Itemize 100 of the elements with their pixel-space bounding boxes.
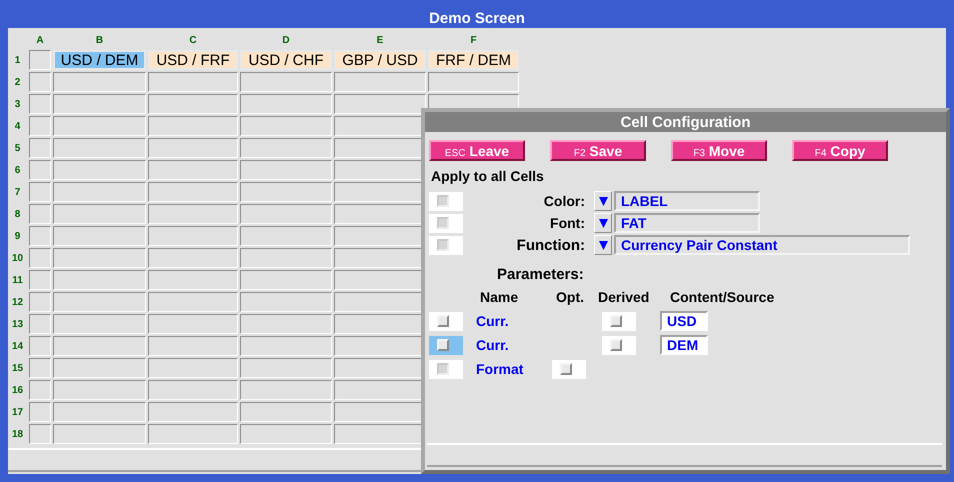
sheet-cell[interactable]: [148, 160, 238, 180]
parameter-name: Curr.: [476, 337, 510, 353]
sheet-cell[interactable]: [29, 116, 51, 136]
sheet-cell[interactable]: [29, 402, 51, 422]
sheet-cell[interactable]: GBP / USD: [334, 50, 426, 70]
sheet-cell[interactable]: [148, 402, 238, 422]
sheet-cell[interactable]: [53, 182, 146, 202]
sheet-cell[interactable]: USD / FRF: [148, 50, 238, 70]
sheet-cell[interactable]: [53, 116, 146, 136]
sheet-cell[interactable]: [53, 160, 146, 180]
sheet-cell[interactable]: [240, 424, 332, 444]
sheet-cell[interactable]: [148, 204, 238, 224]
sheet-cell[interactable]: [29, 424, 51, 444]
sheet-cell[interactable]: [29, 138, 51, 158]
checkbox[interactable]: [602, 312, 636, 330]
sheet-cell[interactable]: [148, 116, 238, 136]
sheet-cell[interactable]: [29, 226, 51, 246]
sheet-cell[interactable]: [240, 226, 332, 246]
sheet-cell[interactable]: [240, 402, 332, 422]
row-header: 9: [14, 230, 22, 242]
column-header: A: [35, 34, 45, 46]
sheet-cell[interactable]: [53, 380, 146, 400]
sheet-cell[interactable]: [29, 270, 51, 290]
sheet-cell[interactable]: [29, 380, 51, 400]
checkbox[interactable]: [602, 336, 636, 354]
sheet-cell[interactable]: [29, 204, 51, 224]
sheet-cell[interactable]: [240, 358, 332, 378]
sheet-cell[interactable]: [240, 204, 332, 224]
sheet-cell[interactable]: [53, 402, 146, 422]
sheet-cell[interactable]: [29, 94, 51, 114]
sheet-cell[interactable]: [240, 72, 332, 92]
sheet-cell[interactable]: [240, 314, 332, 334]
sheet-cell[interactable]: [148, 314, 238, 334]
sheet-cell[interactable]: [53, 72, 146, 92]
checkbox[interactable]: [429, 336, 463, 354]
sheet-cell[interactable]: [148, 380, 238, 400]
content-field[interactable]: DEM: [660, 335, 708, 355]
sheet-cell[interactable]: [53, 358, 146, 378]
function-key-button[interactable]: F3 Move: [671, 140, 767, 161]
checkbox[interactable]: [429, 312, 463, 330]
row-header: 2: [14, 76, 22, 88]
sheet-cell[interactable]: [240, 160, 332, 180]
sheet-cell[interactable]: USD / DEM: [53, 50, 146, 70]
sheet-cell[interactable]: [53, 94, 146, 114]
sheet-cell[interactable]: [53, 292, 146, 312]
sheet-cell[interactable]: [53, 314, 146, 334]
sheet-cell[interactable]: [240, 138, 332, 158]
sheet-cell[interactable]: [29, 336, 51, 356]
sheet-cell[interactable]: [240, 336, 332, 356]
sheet-cell[interactable]: [53, 204, 146, 224]
sheet-cell[interactable]: [29, 248, 51, 268]
sheet-cell[interactable]: [29, 314, 51, 334]
function-key-button[interactable]: F4 Copy: [792, 140, 888, 161]
sheet-cell[interactable]: [148, 336, 238, 356]
sheet-cell[interactable]: [428, 72, 519, 92]
function-key-button[interactable]: F2 Save: [550, 140, 646, 161]
column-header: Opt.: [556, 289, 584, 305]
sheet-cell[interactable]: [148, 270, 238, 290]
sheet-cell[interactable]: [53, 248, 146, 268]
sheet-cell[interactable]: [29, 182, 51, 202]
column-header: C: [188, 34, 198, 46]
sheet-cell[interactable]: [240, 248, 332, 268]
sheet-cell[interactable]: [53, 424, 146, 444]
sheet-cell[interactable]: [148, 94, 238, 114]
section-label: Parameters:: [497, 266, 585, 283]
sheet-cell[interactable]: [29, 358, 51, 378]
sheet-cell[interactable]: [29, 72, 51, 92]
sheet-cell[interactable]: [148, 138, 238, 158]
sheet-cell[interactable]: [148, 182, 238, 202]
sheet-cell[interactable]: [334, 72, 426, 92]
sheet-cell[interactable]: [240, 182, 332, 202]
sheet-cell[interactable]: [334, 94, 426, 114]
sheet-cell[interactable]: [148, 226, 238, 246]
sheet-cell[interactable]: [240, 380, 332, 400]
field-label: Color:: [542, 193, 585, 209]
sheet-cell[interactable]: [148, 292, 238, 312]
sheet-cell[interactable]: [29, 292, 51, 312]
row-header: 7: [14, 186, 22, 198]
sheet-cell[interactable]: [53, 336, 146, 356]
sheet-cell[interactable]: [240, 270, 332, 290]
column-header: B: [94, 34, 104, 46]
content-field[interactable]: USD: [660, 311, 708, 331]
sheet-cell[interactable]: [240, 94, 332, 114]
function-key-button[interactable]: ESC Leave: [429, 140, 525, 161]
sheet-cell[interactable]: USD / CHF: [240, 50, 332, 70]
sheet-cell[interactable]: [53, 138, 146, 158]
sheet-cell[interactable]: [29, 160, 51, 180]
sheet-cell[interactable]: [53, 226, 146, 246]
parameter-name: Curr.: [476, 313, 510, 329]
sheet-cell[interactable]: [148, 424, 238, 444]
sheet-cell[interactable]: [53, 270, 146, 290]
sheet-cell[interactable]: [148, 72, 238, 92]
sheet-cell[interactable]: [148, 358, 238, 378]
row-header: 10: [10, 252, 24, 264]
sheet-cell[interactable]: [240, 292, 332, 312]
sheet-cell[interactable]: FRF / DEM: [428, 50, 519, 70]
row-header: 3: [14, 98, 22, 110]
sheet-cell[interactable]: [148, 248, 238, 268]
sheet-cell[interactable]: [29, 50, 51, 70]
sheet-cell[interactable]: [240, 116, 332, 136]
